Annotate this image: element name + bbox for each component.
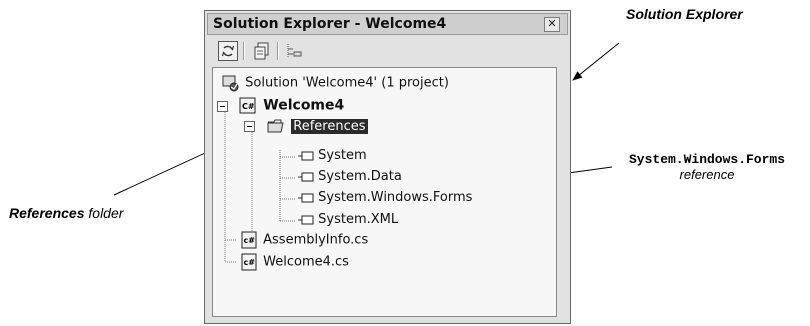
swf-annotation: System.Windows.Forms reference — [617, 152, 797, 182]
assembly-reference-icon — [298, 172, 314, 181]
show-all-files-icon — [287, 44, 302, 57]
tree-references-folder[interactable]: References — [244, 118, 368, 135]
properties-icon — [254, 42, 269, 60]
tree-solution[interactable]: Solution 'Welcome4' (1 project) — [221, 74, 449, 92]
references-annotation-rest: folder — [84, 205, 124, 221]
window-title: Solution Explorer - Welcome4 — [213, 16, 447, 32]
svg-text:c#: c# — [244, 258, 256, 267]
swf-annotation-sub: reference — [679, 167, 735, 182]
csharp-project-icon: C# — [239, 97, 256, 114]
show-all-files-button[interactable] — [284, 41, 304, 61]
refresh-icon — [221, 45, 235, 57]
refresh-button[interactable] — [218, 41, 238, 61]
assembly-reference-icon — [298, 151, 314, 160]
references-annotation-bold: References — [9, 205, 85, 221]
svg-text:C#: C# — [242, 102, 255, 111]
tree-reference-item[interactable]: System.XML — [298, 212, 398, 228]
file-label: AssemblyInfo.cs — [263, 232, 369, 248]
close-button[interactable]: ✕ — [544, 17, 560, 32]
svg-text:c#: c# — [244, 236, 256, 245]
solution-explorer-panel: Solution Explorer - Welcome4 ✕ Solution … — [204, 10, 571, 324]
tree-reference-item[interactable]: System.Data — [298, 169, 402, 185]
tree-project[interactable]: C# Welcome4 — [217, 96, 344, 116]
swf-annotation-code: System.Windows.Forms — [628, 152, 786, 167]
toolbar-separator — [277, 42, 279, 60]
solution-label: Solution 'Welcome4' (1 project) — [245, 75, 449, 91]
solution-icon — [222, 75, 239, 92]
solution-tree: Solution 'Welcome4' (1 project) C# Welco… — [212, 67, 557, 317]
references-label: References — [291, 118, 368, 134]
toolbar — [207, 37, 568, 65]
solution-explorer-annotation: Solution Explorer — [626, 6, 743, 22]
solution-explorer-callout-line — [572, 42, 620, 81]
project-label: Welcome4 — [263, 97, 345, 114]
tree-file-item[interactable]: c# Welcome4.cs — [239, 253, 349, 271]
csharp-file-icon: c# — [241, 253, 257, 271]
references-folder-annotation: References folder — [9, 205, 123, 221]
assembly-reference-icon — [298, 193, 314, 202]
reference-label: System.XML — [318, 212, 399, 227]
reference-label: System — [318, 148, 367, 163]
tree-reference-item[interactable]: System — [298, 148, 367, 164]
tree-reference-item[interactable]: System.Windows.Forms — [298, 190, 472, 206]
open-folder-icon — [267, 119, 284, 133]
properties-button[interactable] — [253, 41, 273, 61]
toolbar-separator — [243, 42, 245, 60]
csharp-file-icon: c# — [241, 231, 257, 249]
collapse-icon[interactable] — [244, 120, 255, 132]
reference-label: System.Windows.Forms — [318, 190, 473, 205]
reference-label: System.Data — [318, 169, 402, 184]
title-bar: Solution Explorer - Welcome4 ✕ — [207, 13, 568, 35]
tree-file-item[interactable]: c# AssemblyInfo.cs — [239, 231, 368, 249]
collapse-icon[interactable] — [217, 100, 228, 112]
close-icon: ✕ — [547, 18, 557, 30]
assembly-reference-icon — [298, 215, 314, 224]
file-label: Welcome4.cs — [263, 254, 349, 270]
